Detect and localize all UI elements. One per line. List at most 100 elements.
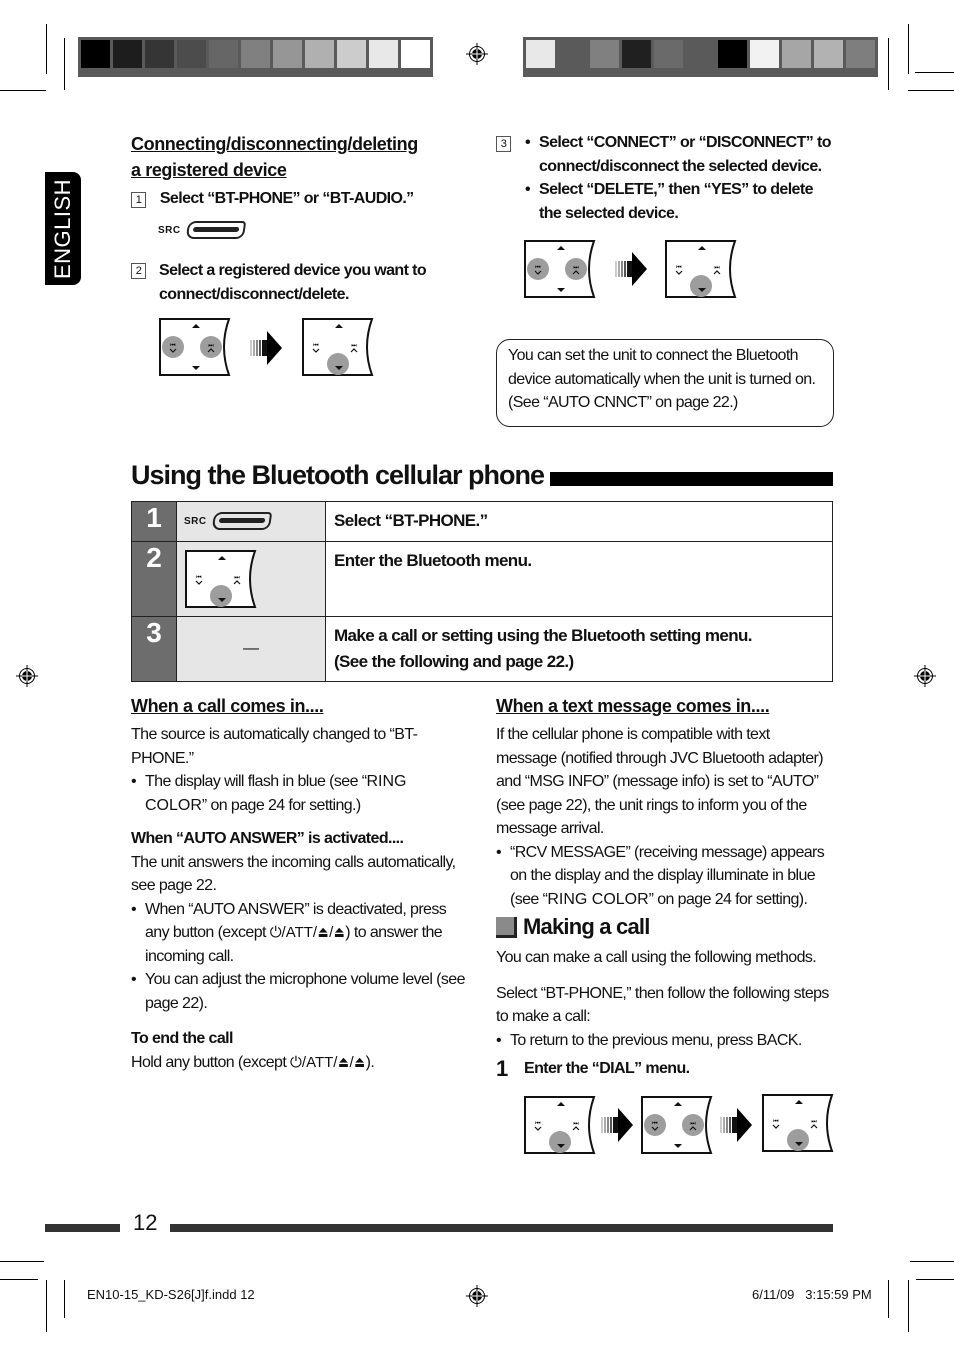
color-swatch xyxy=(782,40,811,68)
color-swatch xyxy=(177,40,206,68)
color-swatch xyxy=(241,40,270,68)
step-number-box: 1 xyxy=(131,192,146,208)
control-pad-down-icon xyxy=(524,1096,596,1154)
control-pad-left-right-icon xyxy=(159,318,231,376)
left-color-bar xyxy=(78,37,433,77)
src-label: SRC xyxy=(184,515,207,527)
end-call-heading: To end the call xyxy=(131,1030,233,1047)
color-swatch xyxy=(81,40,110,68)
src-button-icon xyxy=(185,221,246,239)
making-call-intro: You can make a call using the following … xyxy=(496,949,817,966)
except-keys-icon: ⏻/ATT/⏏/⏏ xyxy=(290,1053,366,1071)
color-swatch xyxy=(369,40,398,68)
table-row: 3 — Make a call or setting using the Blu… xyxy=(131,616,833,682)
text-in-heading: When a text message comes in.... xyxy=(496,696,770,716)
language-tab: ENGLISH xyxy=(45,172,81,285)
crop-mark xyxy=(908,24,909,74)
page-rule-right xyxy=(170,1224,833,1232)
crop-mark xyxy=(910,1261,954,1262)
color-swatch xyxy=(622,40,651,68)
src-label: SRC xyxy=(158,224,181,236)
crop-mark xyxy=(46,24,47,74)
color-swatch xyxy=(654,40,683,68)
bullet-item: Select “DELETE,” then “YES” to delete th… xyxy=(525,178,836,225)
step-icon-cell xyxy=(176,541,326,617)
table-row: 1 SRC Select “BT-PHONE.” xyxy=(131,501,833,542)
color-swatch xyxy=(337,40,366,68)
title-rule xyxy=(550,471,833,486)
crop-mark xyxy=(0,1261,44,1262)
src-button-icon xyxy=(211,512,272,530)
section-square-icon xyxy=(496,916,517,938)
call-in-section: When a call comes in.... The source is a… xyxy=(131,694,466,1074)
step-number-box: 3 xyxy=(496,136,511,152)
step-number: 1 xyxy=(496,1056,509,1081)
color-swatch xyxy=(401,40,430,68)
text: ). xyxy=(365,1053,375,1071)
step-number: 2 xyxy=(131,541,177,617)
page-number: 12 xyxy=(133,1210,158,1235)
color-swatch xyxy=(209,40,238,68)
registration-mark-icon xyxy=(466,1285,488,1307)
ring-color-label: RING COLOR xyxy=(547,890,649,908)
making-call-select-text: Select “BT-PHONE,” then follow the follo… xyxy=(496,984,829,1026)
making-call-section: Making a call You can make a call using … xyxy=(496,914,834,1082)
crop-mark xyxy=(908,90,954,91)
color-swatch xyxy=(814,40,843,68)
text-in-section: When a text message comes in.... If the … xyxy=(496,694,834,911)
arrow-right-icon xyxy=(250,331,282,365)
right-color-bar xyxy=(523,37,878,77)
control-pad-left-right-icon xyxy=(641,1096,713,1154)
control-pad-down-icon xyxy=(665,240,737,298)
step-text: Make a call or setting using the Bluetoo… xyxy=(325,616,833,682)
steps-table: 1 SRC Select “BT-PHONE.” 2 Enter the Blu… xyxy=(131,501,833,682)
connect-step-3: 3 Select “CONNECT” or “DISCONNECT” to co… xyxy=(496,131,836,225)
note-text: You can set the unit to connect the Blue… xyxy=(508,347,816,411)
registration-mark-icon xyxy=(466,43,488,65)
step-text-line: Make a call or setting using the Bluetoo… xyxy=(334,626,753,645)
footer-timestamp: 6/11/09 3:15:59 PM xyxy=(752,1287,872,1302)
arrow-right-icon xyxy=(601,1108,633,1142)
call-in-intro: The source is automatically changed to “… xyxy=(131,726,418,767)
color-swatch xyxy=(113,40,142,68)
step-text: Select “BT-PHONE.” xyxy=(325,501,833,542)
step-text: Enter the Bluetooth menu. xyxy=(325,541,833,617)
making-call-step-1: 1 Enter the “DIAL” menu. xyxy=(496,1056,834,1082)
color-swatch xyxy=(590,40,619,68)
page-rule-left xyxy=(45,1224,120,1232)
crop-mark xyxy=(916,1279,954,1280)
step-text: Select “BT-PHONE” or “BT-AUDIO.” xyxy=(159,190,414,207)
text-in-body: If the cellular phone is compatible with… xyxy=(496,726,824,837)
bullet-item: “RCV MESSAGE” (receiving message) appear… xyxy=(496,841,834,912)
end-call-text: Hold any button (except ⏻/ATT/⏏/⏏). xyxy=(131,1051,466,1075)
bullet-item: The display will flash in blue (see “RIN… xyxy=(131,770,466,817)
color-swatch xyxy=(558,40,587,68)
control-pad-down-icon xyxy=(762,1094,834,1152)
step-number: 3 xyxy=(131,616,177,682)
text: The display will flash in blue (see “ xyxy=(145,773,367,790)
bullet-item: Select “CONNECT” or “DISCONNECT” to conn… xyxy=(525,131,836,178)
step-number: 1 xyxy=(131,501,177,542)
note-box: You can set the unit to connect the Blue… xyxy=(496,339,834,427)
crop-mark xyxy=(46,1280,47,1332)
connect-step-2: 2 Select a registered device you want to… xyxy=(131,259,451,306)
src-button: SRC xyxy=(158,221,246,239)
section-title: Using the Bluetooth cellular phone xyxy=(131,460,833,491)
step-text: Select a registered device you want to c… xyxy=(159,262,427,303)
registration-mark-icon xyxy=(914,665,936,687)
making-call-header: Making a call xyxy=(496,914,834,940)
crop-mark xyxy=(888,38,889,90)
color-swatch xyxy=(750,40,779,68)
auto-answer-text: The unit answers the incoming calls auto… xyxy=(131,853,456,895)
crop-mark xyxy=(64,1280,65,1318)
language-tab-label: ENGLISH xyxy=(50,178,75,279)
color-swatch xyxy=(305,40,334,68)
call-in-heading: When a call comes in.... xyxy=(131,696,324,716)
arrow-right-icon xyxy=(720,1108,752,1142)
connect-section-heading: Connecting/disconnecting/deleting a regi… xyxy=(131,134,418,180)
control-pad-left-right-icon xyxy=(524,240,596,298)
color-swatch xyxy=(718,40,747,68)
color-swatch xyxy=(273,40,302,68)
bullet-item: You can adjust the microphone volume lev… xyxy=(131,968,466,1015)
color-swatch xyxy=(145,40,174,68)
